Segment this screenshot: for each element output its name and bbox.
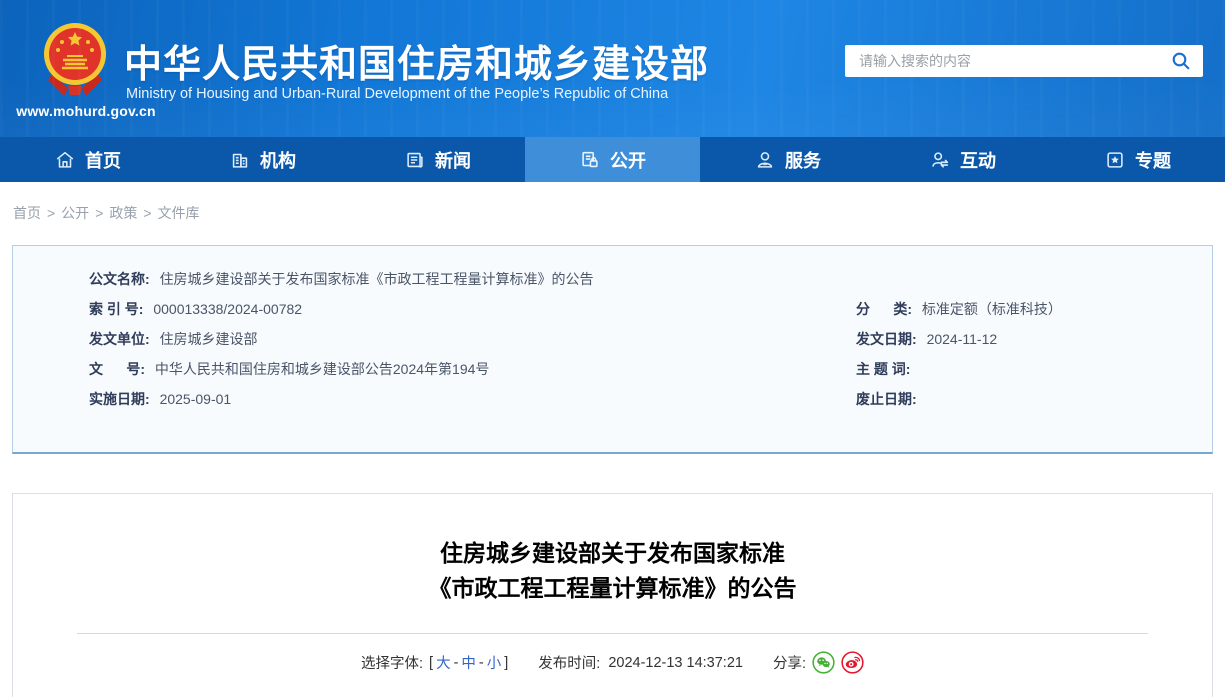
nav-item-organization[interactable]: 机构	[175, 137, 350, 182]
article-meta-bar: 选择字体: [ 大 - 中 - 小 ] 发布时间: 2024-12-13 14:…	[13, 651, 1212, 674]
font-selector-bracket-open: [	[429, 654, 434, 671]
nav-item-home[interactable]: 首页	[0, 137, 175, 182]
info-row-doc-name: 公文名称: 住房城乡建设部关于发布国家标准《市政工程工程量计算标准》的公告	[89, 268, 1212, 298]
disclosure-icon	[579, 149, 601, 171]
field-label-doc-no: 文 号:	[89, 361, 145, 377]
search-box	[845, 45, 1203, 77]
info-row-docno-subject: 文 号: 中华人民共和国住房和城乡建设部公告2024年第194号 主 题 词:	[89, 358, 1212, 388]
breadcrumb: 首页 > 公开 > 政策 > 文件库	[0, 182, 1225, 223]
field-label-subject-words: 主 题 词:	[856, 361, 911, 377]
publish-time-label: 发布时间:	[538, 656, 601, 672]
nav-item-interaction[interactable]: 互动	[875, 137, 1050, 182]
field-value-issuing-unit: 住房城乡建设部	[159, 331, 258, 347]
breadcrumb-separator: >	[47, 205, 56, 221]
search-icon	[1172, 52, 1190, 70]
font-selector-dash: -	[478, 654, 484, 671]
article-title-line1: 住房城乡建设部关于发布国家标准	[440, 540, 785, 566]
document-info-panel: 公文名称: 住房城乡建设部关于发布国家标准《市政工程工程量计算标准》的公告 索 …	[12, 245, 1213, 454]
font-size-medium-button[interactable]: 中	[461, 652, 476, 673]
main-navigation: 首页 机构 新闻 公开 服务 互动 专题	[0, 137, 1225, 182]
field-value-index-no: 000013338/2024-00782	[153, 301, 303, 317]
nav-item-label: 互动	[960, 150, 996, 171]
font-size-small-button[interactable]: 小	[487, 652, 502, 673]
article-title-line2: 《市政工程工程量计算标准》的公告	[428, 575, 797, 601]
field-value-doc-name: 住房城乡建设部关于发布国家标准《市政工程工程量计算标准》的公告	[159, 271, 594, 287]
article-title: 住房城乡建设部关于发布国家标准 《市政工程工程量计算标准》的公告	[13, 536, 1212, 606]
article-panel: 住房城乡建设部关于发布国家标准 《市政工程工程量计算标准》的公告 选择字体: […	[12, 493, 1213, 697]
field-value-impl-date: 2025-09-01	[159, 391, 232, 407]
service-icon	[754, 149, 776, 171]
publish-time-value: 2024-12-13 14:37:21	[608, 654, 743, 671]
national-emblem-icon	[44, 23, 106, 96]
font-size-large-button[interactable]: 大	[436, 652, 451, 673]
interaction-icon	[929, 149, 951, 171]
breadcrumb-separator: >	[143, 205, 152, 221]
font-selector-label: 选择字体:	[361, 656, 424, 672]
nav-item-label: 服务	[785, 150, 821, 171]
title-divider	[77, 633, 1148, 634]
site-url: www.mohurd.gov.cn	[16, 103, 156, 119]
info-row-impl-repeal: 实施日期: 2025-09-01 废止日期:	[89, 388, 1212, 418]
nav-item-label: 机构	[260, 150, 296, 171]
field-label-index-no: 索 引 号:	[89, 301, 144, 317]
weibo-share-icon[interactable]	[841, 651, 864, 674]
nav-item-disclosure[interactable]: 公开	[525, 137, 700, 182]
share-label: 分享:	[772, 656, 806, 672]
breadcrumb-separator: >	[95, 205, 104, 221]
field-value-category: 标准定额（标准科技）	[921, 301, 1062, 317]
search-button[interactable]	[1169, 49, 1193, 73]
breadcrumb-policy[interactable]: 政策	[109, 205, 137, 221]
nav-item-label: 新闻	[435, 150, 471, 171]
font-selector-bracket-close: ]	[504, 654, 509, 671]
nav-item-label: 公开	[610, 150, 646, 171]
site-title: 中华人民共和国住房和城乡建设部	[124, 44, 710, 86]
news-icon	[404, 149, 426, 171]
field-label-impl-date: 实施日期:	[89, 391, 150, 407]
wechat-share-icon[interactable]	[812, 651, 835, 674]
info-row-index-category: 索 引 号: 000013338/2024-00782 分 类: 标准定额（标准…	[89, 298, 1212, 328]
breadcrumb-home[interactable]: 首页	[13, 205, 41, 221]
nav-item-service[interactable]: 服务	[700, 137, 875, 182]
nav-item-label: 专题	[1135, 150, 1171, 171]
nav-item-topic[interactable]: 专题	[1050, 137, 1225, 182]
search-input[interactable]	[859, 53, 1169, 69]
breadcrumb-disclosure[interactable]: 公开	[61, 205, 89, 221]
field-label-category: 分 类:	[856, 301, 912, 317]
organization-icon	[229, 149, 251, 171]
site-header: www.mohurd.gov.cn 中华人民共和国住房和城乡建设部 Minist…	[0, 0, 1225, 137]
info-row-unit-date: 发文单位: 住房城乡建设部 发文日期: 2024-11-12	[89, 328, 1212, 358]
site-title-english: Ministry of Housing and Urban-Rural Deve…	[126, 86, 669, 102]
font-selector-dash: -	[453, 654, 459, 671]
nav-item-news[interactable]: 新闻	[350, 137, 525, 182]
field-label-issue-date: 发文日期:	[856, 331, 917, 347]
nav-item-label: 首页	[85, 150, 121, 171]
field-value-doc-no: 中华人民共和国住房和城乡建设部公告2024年第194号	[154, 361, 490, 377]
field-label-issuing-unit: 发文单位:	[89, 331, 150, 347]
field-label-doc-name: 公文名称:	[89, 271, 150, 287]
topic-icon	[1104, 149, 1126, 171]
field-value-issue-date: 2024-11-12	[926, 331, 998, 347]
breadcrumb-document-library[interactable]: 文件库	[158, 205, 200, 221]
home-icon	[54, 149, 76, 171]
share-buttons	[812, 651, 864, 674]
field-label-repeal-date: 废止日期:	[856, 391, 917, 407]
